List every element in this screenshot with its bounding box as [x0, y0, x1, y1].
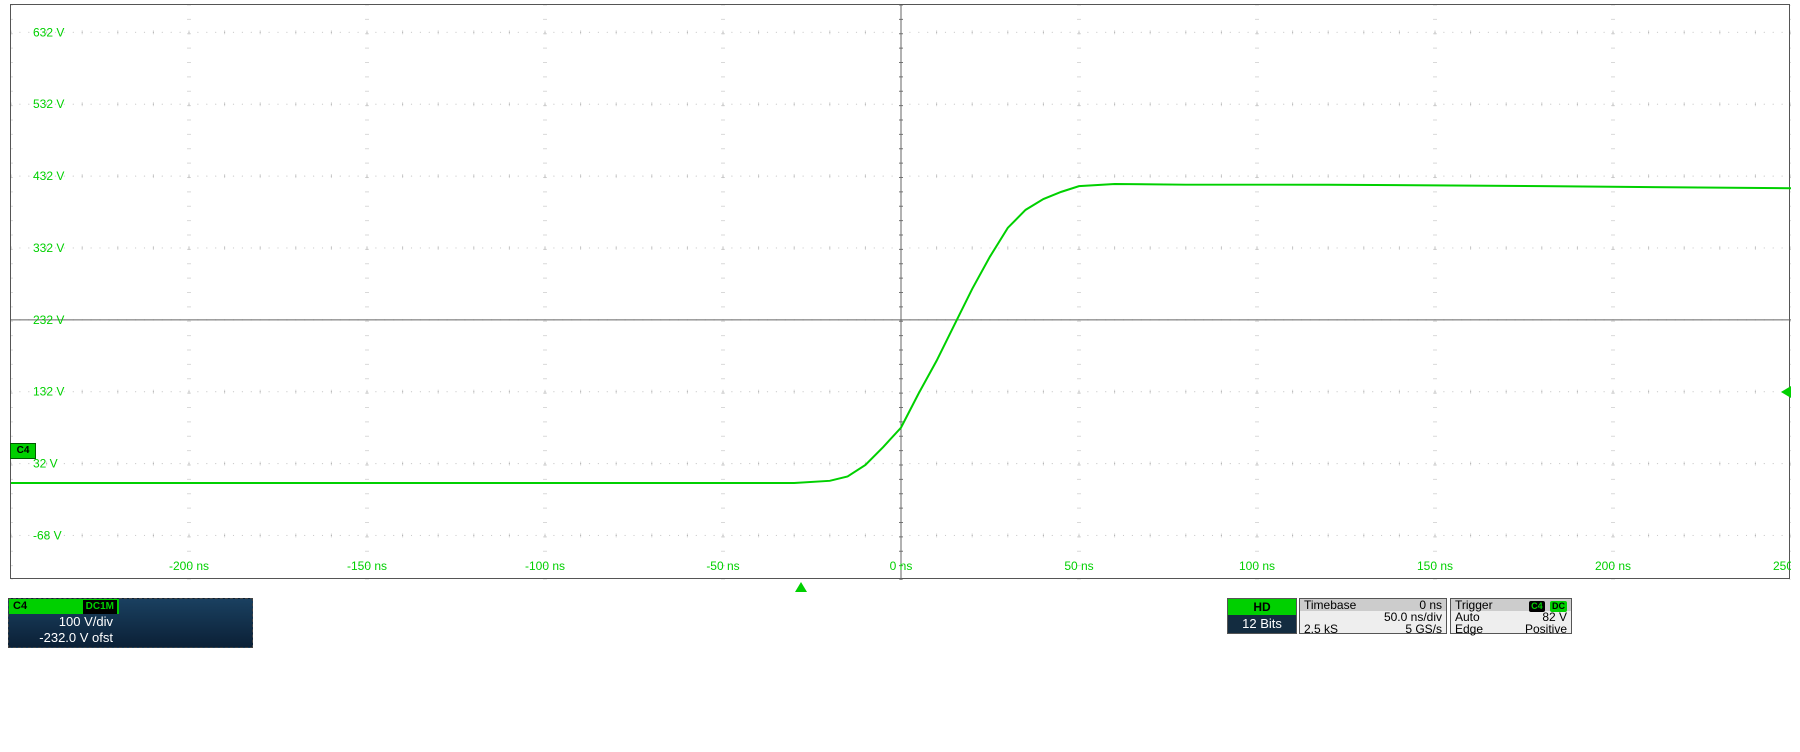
- channel-info-panel[interactable]: C4 DC1M 100 V/div -232.0 V ofst: [8, 598, 253, 648]
- svg-text:-50 ns: -50 ns: [706, 559, 739, 573]
- trigger-slope: Positive: [1525, 623, 1567, 635]
- timebase-samples: 2.5 kS: [1304, 623, 1338, 635]
- timebase-panel[interactable]: Timebase 0 ns 50.0 ns/div 2.5 kS 5 GS/s: [1299, 598, 1447, 634]
- trigger-time-arrow-icon[interactable]: [795, 582, 807, 592]
- svg-text:232 V: 232 V: [33, 313, 64, 327]
- channel-ground-marker[interactable]: C4: [10, 443, 36, 459]
- hd-title: HD: [1228, 599, 1296, 615]
- channel-name: C4: [9, 599, 31, 614]
- svg-text:250 ns: 250 ns: [1773, 559, 1791, 573]
- svg-text:0 ns: 0 ns: [890, 559, 913, 573]
- svg-text:332 V: 332 V: [33, 241, 64, 255]
- svg-text:-100 ns: -100 ns: [525, 559, 565, 573]
- svg-text:-150 ns: -150 ns: [347, 559, 387, 573]
- hd-panel[interactable]: HD 12 Bits: [1227, 598, 1297, 634]
- svg-text:532 V: 532 V: [33, 97, 64, 111]
- trigger-panel[interactable]: Trigger C4 DC Auto 82 V Edge Positive: [1450, 598, 1572, 634]
- svg-text:632 V: 632 V: [33, 25, 64, 39]
- waveform-graticule[interactable]: 632 V 532 V 432 V 332 V 232 V 132 V 32 V -68 V -…: [10, 4, 1790, 579]
- timebase-rate: 5 GS/s: [1405, 623, 1442, 635]
- trigger-level-arrow-icon[interactable]: [1781, 386, 1791, 398]
- svg-text:150 ns: 150 ns: [1417, 559, 1453, 573]
- channel-coupling-badge: DC1M: [83, 600, 117, 614]
- svg-text:-200 ns: -200 ns: [169, 559, 209, 573]
- svg-text:100 ns: 100 ns: [1239, 559, 1275, 573]
- svg-text:50 ns: 50 ns: [1064, 559, 1093, 573]
- hd-bits: 12 Bits: [1228, 615, 1296, 633]
- svg-text:432 V: 432 V: [33, 169, 64, 183]
- svg-text:32 V: 32 V: [33, 457, 58, 471]
- svg-text:-68 V: -68 V: [33, 528, 62, 542]
- timebase-title: Timebase: [1304, 599, 1356, 611]
- trigger-type: Edge: [1455, 623, 1483, 635]
- channel-vdiv: 100 V/div: [9, 614, 119, 630]
- svg-text:132 V: 132 V: [33, 385, 64, 399]
- channel-offset: -232.0 V ofst: [9, 630, 119, 646]
- svg-text:200 ns: 200 ns: [1595, 559, 1631, 573]
- waveform-svg: 632 V 532 V 432 V 332 V 232 V 132 V 32 V -68 V -…: [11, 5, 1791, 580]
